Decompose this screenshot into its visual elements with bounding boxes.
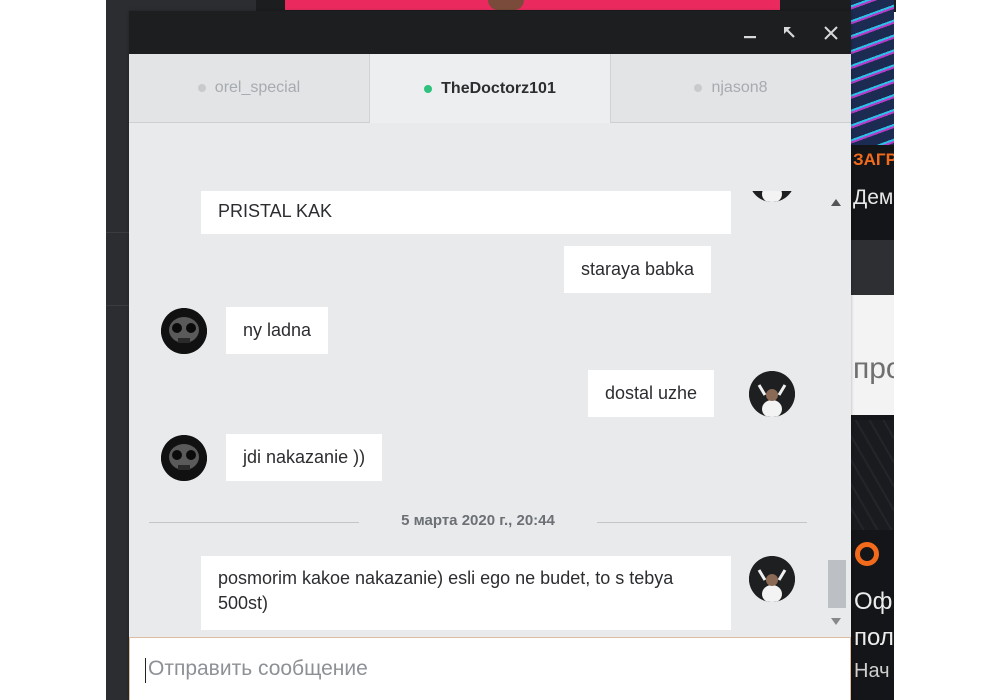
origin-logo-icon <box>855 542 879 566</box>
window-titlebar[interactable] <box>129 11 851 54</box>
close-button[interactable] <box>814 11 848 54</box>
message-bubble-received: jdi nakazanie )) <box>226 434 383 481</box>
tab-label: TheDoctorz101 <box>441 79 556 97</box>
arrow-up-left-icon <box>784 26 795 38</box>
background-game-art <box>851 0 894 145</box>
message-text: staraya babka <box>581 259 695 279</box>
avatar-self[interactable] <box>749 191 795 202</box>
message-scrollbar[interactable] <box>828 191 846 631</box>
status-dot-icon <box>197 84 206 92</box>
conversation-tabs: orel_special TheDoctorz101 njason8 <box>129 54 851 123</box>
skull-avatar-icon <box>161 435 207 481</box>
avatar-self[interactable] <box>749 371 795 417</box>
chat-window: orel_special TheDoctorz101 njason8 PRIST… <box>129 11 851 700</box>
message-text: posmorim kakoe nakazanie) esli ego ne bu… <box>218 568 679 613</box>
background-banner <box>285 0 780 10</box>
status-dot-icon <box>694 84 703 92</box>
online-status-dot-icon <box>424 84 433 93</box>
minimize-icon <box>744 35 756 38</box>
message-text: jdi nakazanie )) <box>243 447 366 467</box>
background-promo-label: ЗАГР <box>853 150 894 169</box>
background-promo-title: Дем <box>853 186 894 209</box>
avatar-self[interactable] <box>749 556 795 602</box>
background-card-cta: Нач <box>854 660 890 682</box>
restore-button[interactable] <box>773 11 807 54</box>
avatar-contact[interactable] <box>161 435 207 481</box>
tab-label: orel_special <box>214 79 301 96</box>
message-text: dostal uzhe <box>605 383 698 403</box>
background-panel-text: про <box>853 352 894 385</box>
background-store-panel: ЗАГР Дем про Оф пол Нач <box>851 0 894 700</box>
background-card-title-2: пол <box>854 624 894 651</box>
background-card-title-1: Оф <box>854 588 893 615</box>
minimize-button[interactable] <box>733 11 767 54</box>
scroll-up-arrow-icon[interactable] <box>831 199 841 206</box>
user-avatar-icon <box>752 191 792 202</box>
message-composer <box>129 637 851 700</box>
scrollbar-thumb[interactable] <box>828 560 846 608</box>
message-bubble-sent: posmorim kakoe nakazanie) esli ego ne bu… <box>201 556 731 630</box>
message-text: ny ladna <box>243 320 312 340</box>
message-input[interactable] <box>146 648 830 690</box>
tab-thedoctorz101[interactable]: TheDoctorz101 <box>370 54 611 123</box>
message-bubble-received: ny ladna <box>226 307 329 354</box>
tab-label: njason8 <box>711 79 768 96</box>
message-list[interactable]: PRISTAL KAK staraya babka ny ladna dosta… <box>129 191 829 631</box>
user-avatar-icon <box>749 556 795 602</box>
background-hex-pattern <box>851 420 894 530</box>
background-banner-avatar <box>488 0 524 10</box>
message-bubble-received: PRISTAL KAK <box>201 191 731 234</box>
scroll-down-arrow-icon[interactable] <box>831 618 841 625</box>
date-separator-label: 5 марта 2020 г., 20:44 <box>383 512 573 529</box>
background-strip <box>851 240 894 295</box>
avatar-contact[interactable] <box>161 308 207 354</box>
tab-orel-special[interactable]: orel_special <box>129 54 370 123</box>
user-avatar-icon <box>749 371 795 417</box>
message-bubble-sent: staraya babka <box>564 246 712 293</box>
close-icon <box>824 25 838 40</box>
message-bubble-sent: dostal uzhe <box>588 370 715 417</box>
tab-njason8[interactable]: njason8 <box>611 54 851 123</box>
date-separator: 5 марта 2020 г., 20:44 <box>149 512 807 532</box>
message-text: PRISTAL KAK <box>218 201 333 221</box>
skull-avatar-icon <box>161 308 207 354</box>
